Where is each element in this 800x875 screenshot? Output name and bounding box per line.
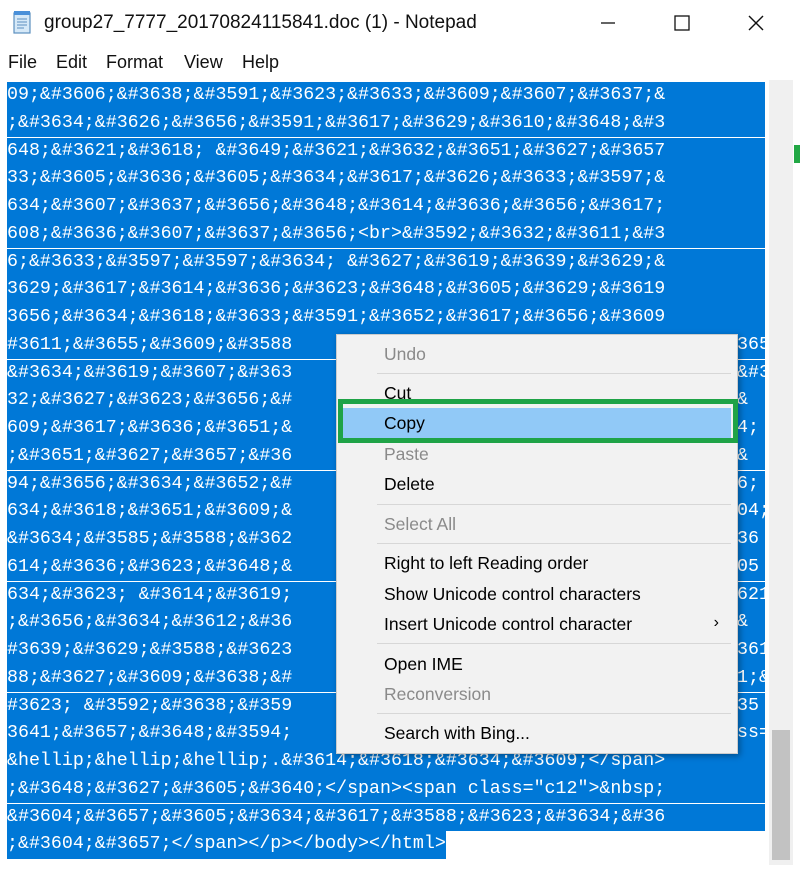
menu-separator [377, 543, 731, 544]
scrollbar-thumb[interactable] [772, 730, 790, 860]
context-menu: Undo Cut Copy Paste Delete Select All Ri… [336, 334, 738, 754]
title-bar: group27_7777_20170824115841.doc (1) - No… [0, 0, 800, 46]
text-line-fragment: 05 [737, 556, 759, 577]
window-title: group27_7777_20170824115841.doc (1) - No… [44, 12, 477, 33]
menu-delete[interactable]: Delete [337, 469, 737, 499]
menu-open-ime[interactable]: Open IME [337, 649, 737, 679]
text-line-fragment: & [737, 445, 748, 466]
text-line: ;&#3604;&#3657;</span></p></body></html> [7, 831, 446, 859]
rtl-label: Right to left Reading order [384, 553, 589, 573]
text-line: 3656;&#3634;&#3618;&#3633;&#3591;&#3652;… [7, 304, 765, 332]
text-line-fragment: 361 [737, 640, 765, 660]
menu-show-unicode[interactable]: Show Unicode control characters [337, 579, 737, 609]
text-line: 33;&#3605;&#3636;&#3605;&#3634;&#3617;&#… [7, 165, 765, 193]
delete-label: Delete [384, 474, 435, 494]
menu-bar: File Edit Format View Help [0, 48, 800, 78]
text-line-fragment: 4; [737, 418, 759, 438]
text-line: 3629;&#3617;&#3614;&#3636;&#3623;&#3648;… [7, 276, 765, 304]
menu-separator [377, 373, 731, 374]
search-bing-label: Search with Bing... [384, 723, 530, 743]
menu-reconversion[interactable]: Reconversion [337, 679, 737, 709]
insert-unicode-label: Insert Unicode control character [384, 614, 633, 634]
text-line: 648;&#3621;&#3618; &#3649;&#3621;&#3632;… [7, 137, 765, 166]
text-line-fragment: &#36 [737, 362, 765, 383]
text-line: &#3604;&#3657;&#3605;&#3634;&#3617;&#358… [7, 803, 765, 832]
menu-separator [377, 643, 731, 644]
text-line: 634;&#3607;&#3637;&#3656;&#3648;&#3614;&… [7, 193, 765, 221]
maximize-button[interactable] [650, 0, 714, 46]
background-window-edge [794, 145, 800, 163]
notepad-icon [13, 11, 31, 34]
text-line-fragment: & [737, 612, 748, 633]
close-icon [748, 15, 764, 31]
text-line: 6;&#3633;&#3597;&#3597;&#3634; &#3627;&#… [7, 248, 765, 277]
text-line-fragment: 35 [737, 695, 759, 716]
chevron-right-icon: › [713, 614, 719, 631]
menu-edit[interactable]: Edit [56, 52, 87, 73]
menu-separator [377, 504, 731, 505]
menu-view[interactable]: View [184, 52, 223, 73]
menu-select-all[interactable]: Select All [337, 509, 737, 539]
text-line: 09;&#3606;&#3638;&#3591;&#3623;&#3633;&#… [7, 82, 765, 110]
menu-help[interactable]: Help [242, 52, 279, 73]
text-line-fragment: 04; [737, 501, 765, 522]
menu-separator [377, 713, 731, 714]
text-line-fragment: 365 [737, 334, 765, 355]
menu-rtl-reading-order[interactable]: Right to left Reading order [337, 548, 737, 578]
text-line-fragment: 1;& [737, 667, 765, 688]
reconversion-label: Reconversion [384, 684, 491, 704]
minimize-button[interactable] [576, 0, 640, 46]
text-line-fragment: & [737, 390, 748, 411]
select-all-label: Select All [384, 514, 456, 534]
maximize-icon [674, 15, 690, 31]
undo-label: Undo [384, 344, 426, 364]
text-line-fragment: ss= [737, 723, 765, 744]
menu-search-bing[interactable]: Search with Bing... [337, 718, 737, 748]
minimize-icon [601, 22, 615, 24]
text-line-fragment: 6; [737, 473, 759, 494]
copy-highlight-annotation [338, 399, 738, 443]
menu-insert-unicode[interactable]: Insert Unicode control character › [337, 609, 737, 639]
show-unicode-label: Show Unicode control characters [384, 584, 641, 604]
menu-paste[interactable]: Paste [337, 439, 737, 469]
menu-file[interactable]: File [8, 52, 37, 73]
paste-label: Paste [384, 444, 429, 464]
text-line: ;&#3648;&#3627;&#3605;&#3640;</span><spa… [7, 775, 765, 804]
menu-undo[interactable]: Undo [337, 339, 737, 369]
menu-format[interactable]: Format [106, 52, 163, 73]
close-button[interactable] [724, 0, 788, 46]
text-line: 608;&#3636;&#3607;&#3637;&#3656;<br>&#35… [7, 220, 765, 249]
text-line: ;&#3634;&#3626;&#3656;&#3591;&#3617;&#36… [7, 109, 765, 138]
open-ime-label: Open IME [384, 654, 463, 674]
text-line-fragment: 621 [737, 584, 765, 605]
text-line-fragment: 36 [737, 529, 759, 549]
